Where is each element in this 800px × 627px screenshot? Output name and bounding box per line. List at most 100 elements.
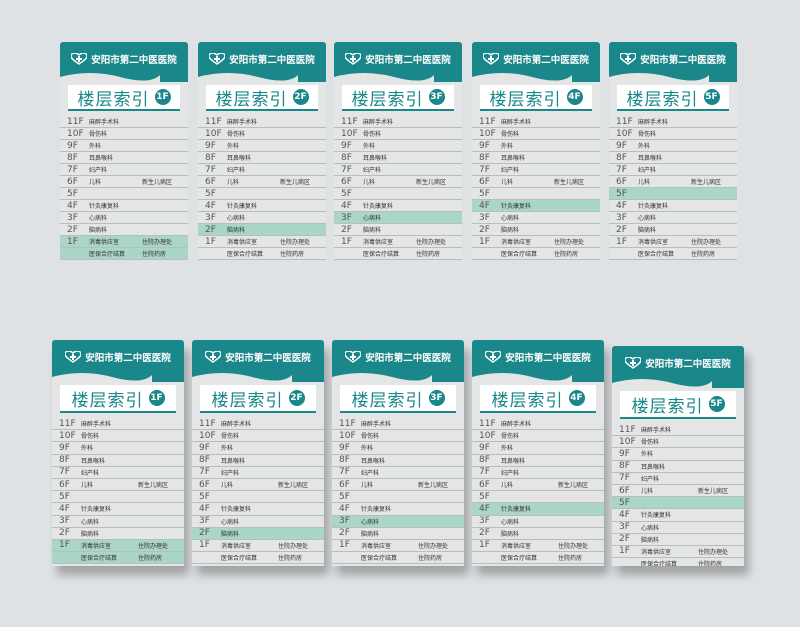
floor-row: 11F 麻醉手术科 [60, 116, 188, 128]
department-primary: 妇产科 [89, 167, 108, 174]
floor-row: 9F 外科 [198, 140, 326, 152]
floor-number: 5F [339, 491, 350, 502]
floor-number: 6F [619, 485, 630, 496]
department-secondary: 住院办理处 [698, 548, 729, 556]
floor-number: 4F [67, 200, 78, 211]
floor-row: 7F 妇产科 [612, 473, 744, 485]
floor-number: 11F [616, 116, 633, 127]
header-wave-shape [609, 73, 709, 83]
department-primary: 耳鼻喉科 [89, 155, 114, 162]
floor-row: 4F 针灸康复科 [60, 200, 188, 212]
floor-row: 7F 妇产科 [472, 467, 604, 479]
floor-badge: 5F [708, 396, 725, 412]
department-primary: 耳鼻喉科 [501, 457, 526, 465]
department-primary: 儿科 [641, 488, 654, 496]
floor-row: 6F 儿科 新生儿病区 [52, 479, 184, 492]
department-primary: 针灸康复科 [638, 203, 669, 210]
floor-number: 8F [619, 461, 630, 472]
floor-number: 2F [479, 224, 490, 235]
department-primary: 消毒供应室 [81, 542, 112, 550]
department-secondary: 新生儿病区 [558, 482, 589, 490]
heart-cross-logo-icon [209, 53, 226, 65]
floor-row: 1F 消毒供应室 住院办理处 [472, 236, 600, 248]
department-primary: 妇产科 [638, 167, 657, 174]
floor-number: 1F [199, 540, 210, 551]
floor-directory-list: 11F 麻醉手术科 10F 骨伤科 9F 外科 8F 耳鼻喉科 7F 妇产科 6F 儿科 新生儿病区 5F… [52, 418, 184, 565]
floor-number: 9F [339, 442, 350, 453]
floor-index-sign-2f: 安阳市第二中医医院 楼层索引 2F 11F 麻醉手术科 10F 骨伤科 9F 外科 8F 耳鼻喉科 7… [192, 340, 324, 566]
floor-directory-list: 11F 麻醉手术科 10F 骨伤科 9F 外科 8F 耳鼻喉科 7F 妇产科 6F 儿科 新生儿病区 5F… [472, 418, 604, 565]
header-wave-shape [60, 73, 160, 83]
floor-row: 5F [192, 491, 324, 504]
department-primary: 针灸康复科 [227, 203, 258, 210]
floor-row: 2F 脑病科 [472, 528, 604, 540]
floor-row: 11F 麻醉手术科 [612, 424, 744, 437]
floor-number: 6F [479, 176, 490, 187]
floor-number: 1F [205, 236, 216, 247]
floor-number: 1F [341, 236, 352, 247]
index-title: 楼层索引 [491, 390, 564, 411]
department-primary: 妇产科 [361, 469, 380, 477]
floor-number: 3F [341, 212, 352, 223]
floor-row: 医保合疗结算 住院药房 [472, 552, 604, 565]
floor-row: 医保合疗结算 住院药房 [612, 558, 744, 566]
floor-row: 7F 妇产科 [60, 164, 188, 176]
floor-row: 5F [60, 188, 188, 200]
floor-badge: 4F [566, 89, 583, 105]
index-title-box: 楼层索引 3F [342, 85, 454, 111]
header-wave-shape [334, 73, 434, 83]
floor-badge: 4F [568, 390, 585, 406]
floor-row: 1F 消毒供应室 住院办理处 [52, 539, 184, 553]
department-primary: 脑病科 [361, 530, 380, 538]
department-primary: 儿科 [363, 179, 376, 186]
floor-row: 5F [198, 188, 326, 200]
floor-number: 6F [341, 176, 352, 187]
floor-directory-list: 11F 麻醉手术科 10F 骨伤科 9F 外科 8F 耳鼻喉科 7F 妇产科 6F 儿科 新生儿病区 5F… [612, 424, 744, 566]
floor-row: 4F 针灸康复科 [52, 503, 184, 516]
floor-badge: 1F [154, 89, 171, 105]
department-primary: 医保合疗结算 [641, 561, 678, 566]
floor-number: 9F [199, 442, 210, 453]
header-wave-shape [198, 73, 298, 83]
floor-number: 7F [59, 467, 70, 478]
department-primary: 心病科 [227, 215, 246, 222]
department-secondary: 住院药房 [558, 555, 583, 563]
floor-row: 10F 骨伤科 [332, 430, 464, 443]
department-secondary: 住院药房 [138, 555, 163, 563]
floor-number: 7F [341, 164, 352, 175]
hospital-logo-line: 安阳市第二中医医院 [52, 350, 184, 364]
floor-row: 6F 儿科 新生儿病区 [192, 479, 324, 492]
department-primary: 麻醉手术科 [89, 119, 120, 126]
floor-number: 11F [59, 418, 76, 429]
floor-number: 1F [619, 546, 630, 557]
department-primary: 骨伤科 [363, 131, 382, 138]
department-secondary: 住院药房 [142, 251, 167, 258]
department-secondary: 新生儿病区 [554, 179, 585, 186]
floor-row: 4F 针灸康复科 [192, 503, 324, 516]
floor-number: 8F [479, 455, 490, 466]
floor-row: 医保合疗结算 住院药房 [472, 248, 600, 260]
department-primary: 医保合疗结算 [363, 251, 400, 258]
floor-row: 8F 耳鼻喉科 [609, 152, 737, 164]
floor-number: 8F [205, 152, 216, 163]
department-primary: 妇产科 [81, 469, 100, 477]
floor-row: 3F 心病科 [472, 516, 604, 528]
hospital-logo-line: 安阳市第二中医医院 [332, 350, 464, 364]
department-primary: 儿科 [501, 482, 514, 490]
hospital-logo-line: 安阳市第二中医医院 [334, 52, 462, 66]
floor-directory-list: 11F 麻醉手术科 10F 骨伤科 9F 外科 8F 耳鼻喉科 7F 妇产科 6F 儿科 新生儿病区 5F… [60, 116, 188, 260]
floor-row: 5F [334, 188, 462, 200]
floor-row: 6F 儿科 新生儿病区 [472, 479, 604, 492]
department-primary: 针灸康复科 [501, 506, 532, 514]
department-primary: 耳鼻喉科 [221, 457, 246, 465]
department-primary: 外科 [361, 445, 374, 453]
floor-directory-list: 11F 麻醉手术科 10F 骨伤科 9F 外科 8F 耳鼻喉科 7F 妇产科 6F 儿科 新生儿病区 5F… [334, 116, 462, 260]
department-primary: 麻醉手术科 [361, 421, 392, 429]
floor-directory-list: 11F 麻醉手术科 10F 骨伤科 9F 外科 8F 耳鼻喉科 7F 妇产科 6F 儿科 新生儿病区 5F… [332, 418, 464, 565]
department-primary: 脑病科 [363, 227, 382, 234]
department-primary: 心病科 [501, 215, 520, 222]
index-title: 楼层索引 [626, 89, 699, 110]
floor-number: 4F [341, 200, 352, 211]
floor-number: 10F [619, 436, 636, 447]
department-primary: 脑病科 [638, 227, 657, 234]
